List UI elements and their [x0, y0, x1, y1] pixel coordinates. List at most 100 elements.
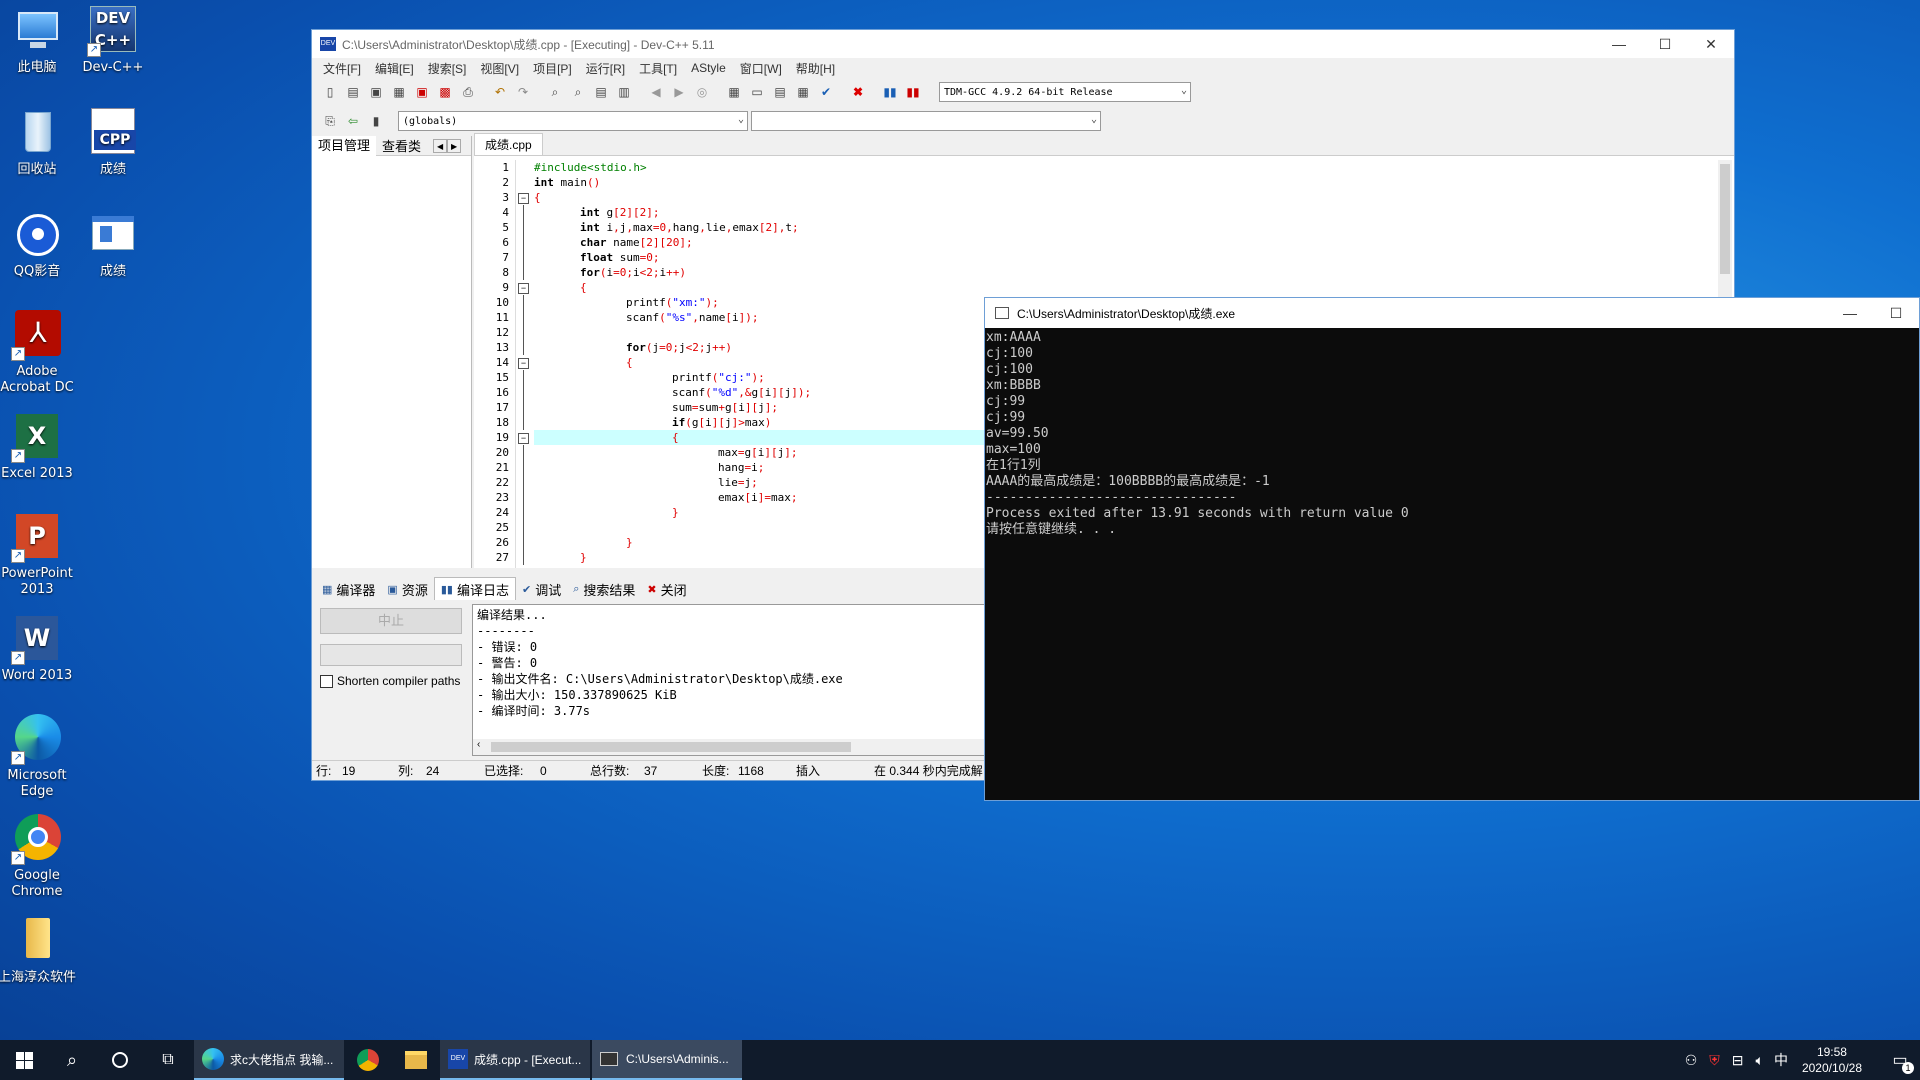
- desktop-icon-folder[interactable]: 上海淳众软件: [0, 916, 78, 986]
- forward-icon[interactable]: ▶: [669, 82, 689, 102]
- security-icon[interactable]: ⛨: [1709, 1052, 1720, 1069]
- scroll-left-icon[interactable]: ‹: [477, 739, 480, 750]
- close-all-icon[interactable]: ▩: [435, 82, 455, 102]
- window-icon[interactable]: ▭: [747, 82, 767, 102]
- goto-icon[interactable]: ⇦: [343, 111, 363, 131]
- file-tab[interactable]: 成绩.cpp: [474, 133, 543, 155]
- menu-item-7[interactable]: AStyle: [684, 61, 733, 75]
- code-line[interactable]: #include<stdio.h>: [534, 160, 1714, 175]
- tab-scroll-right-icon[interactable]: ▶: [447, 138, 462, 153]
- desktop-icon-acrobat[interactable]: ⅄ ↗ Adobe Acrobat DC: [0, 310, 78, 396]
- taskbar-console[interactable]: C:\Users\Adminis...: [592, 1040, 742, 1080]
- stop-execution-icon[interactable]: ✖: [848, 82, 868, 102]
- minimize-button[interactable]: —: [1596, 30, 1642, 58]
- bottom-tab-compile-log[interactable]: ▮▮ 编译日志: [433, 577, 516, 601]
- shorten-paths-checkbox[interactable]: Shorten compiler paths: [320, 674, 460, 688]
- print-icon[interactable]: ⎙: [458, 82, 478, 102]
- bottom-tab-debug[interactable]: ✔ 调试: [516, 578, 567, 601]
- desktop-icon-chrome[interactable]: ↗ Google Chrome: [0, 814, 78, 900]
- fold-icon[interactable]: −: [518, 283, 529, 294]
- desktop-icon-powerpoint[interactable]: P ↗ PowerPoint 2013: [0, 512, 78, 598]
- bottom-tab-search-results[interactable]: ⌕ 搜索结果: [567, 578, 641, 601]
- insert-icon[interactable]: ⎘: [320, 111, 340, 131]
- menu-item-3[interactable]: 视图[V]: [473, 60, 526, 77]
- start-button[interactable]: [0, 1040, 48, 1080]
- undo-icon[interactable]: ↶: [490, 82, 510, 102]
- replace-icon[interactable]: ⌕: [568, 82, 588, 102]
- tab-project[interactable]: 项目管理: [312, 135, 377, 156]
- tab-scroll-left-icon[interactable]: ◀: [433, 138, 448, 153]
- desktop-icon-word[interactable]: W ↗ Word 2013: [0, 614, 78, 684]
- abort-button[interactable]: 中止: [320, 608, 462, 634]
- desktop-icon-exe-file[interactable]: 成绩: [72, 210, 154, 280]
- save-all-icon[interactable]: ▦: [389, 82, 409, 102]
- bottom-tab-compiler[interactable]: ▦ 编译器: [316, 578, 381, 601]
- desktop-icon-edge[interactable]: ↗ Microsoft Edge: [0, 714, 78, 800]
- bookmark-icon[interactable]: ◎: [692, 82, 712, 102]
- open-file-icon[interactable]: ▤: [343, 82, 363, 102]
- menu-item-0[interactable]: 文件[F]: [316, 60, 368, 77]
- people-icon[interactable]: ⚇: [1685, 1052, 1698, 1069]
- bottom-tab-close[interactable]: ✖ 关闭: [641, 578, 692, 601]
- find-icon[interactable]: ⌕: [545, 82, 565, 102]
- code-line[interactable]: int main(): [534, 175, 1714, 190]
- bottom-tab-resources[interactable]: ▣ 资源: [381, 578, 433, 601]
- taskbar-edge[interactable]: 求c大佬指点 我输...: [194, 1040, 344, 1080]
- menu-item-6[interactable]: 工具[T]: [632, 60, 684, 77]
- toggle-bookmark-icon[interactable]: ▮: [366, 111, 386, 131]
- menu-item-8[interactable]: 窗口[W]: [733, 60, 789, 77]
- class-icon[interactable]: ▤: [770, 82, 790, 102]
- tab-classes[interactable]: 查看类: [376, 136, 427, 155]
- back-icon[interactable]: ◀: [646, 82, 666, 102]
- menu-item-1[interactable]: 编辑[E]: [368, 60, 421, 77]
- console-minimize-button[interactable]: —: [1827, 299, 1873, 327]
- cortana-button[interactable]: [96, 1040, 144, 1080]
- menu-item-2[interactable]: 搜索[S]: [421, 60, 474, 77]
- close-file-icon[interactable]: ▣: [412, 82, 432, 102]
- taskbar-explorer[interactable]: [392, 1040, 440, 1080]
- save-icon[interactable]: ▣: [366, 82, 386, 102]
- code-line[interactable]: {: [534, 190, 1714, 205]
- console-titlebar[interactable]: C:\Users\Administrator\Desktop\成绩.exe — …: [985, 298, 1919, 328]
- taskbar-chrome[interactable]: [344, 1040, 392, 1080]
- ime-indicator[interactable]: 中: [1774, 1050, 1788, 1070]
- code-line[interactable]: int i,j,max=0,hang,lie,emax[2],t;: [534, 220, 1714, 235]
- task-view-button[interactable]: ⧉: [144, 1040, 192, 1080]
- fold-icon[interactable]: −: [518, 358, 529, 369]
- code-line[interactable]: float sum=0;: [534, 250, 1714, 265]
- delete-profile-icon[interactable]: ▮▮: [903, 82, 923, 102]
- menu-item-4[interactable]: 项目[P]: [526, 60, 579, 77]
- menu-item-9[interactable]: 帮助[H]: [789, 60, 842, 77]
- function-select[interactable]: ⌄: [751, 111, 1101, 131]
- code-line[interactable]: for(i=0;i<2;i++): [534, 265, 1714, 280]
- desktop-icon-this-pc[interactable]: 此电脑: [0, 6, 78, 76]
- redo-icon[interactable]: ↷: [513, 82, 533, 102]
- globals-select[interactable]: (globals) ⌄: [398, 111, 748, 131]
- desktop-icon-cpp-file[interactable]: CPP 成绩: [72, 108, 154, 178]
- code-line[interactable]: char name[2][20];: [534, 235, 1714, 250]
- volume-icon[interactable]: 🔈︎: [1756, 1052, 1764, 1069]
- fold-icon[interactable]: −: [518, 433, 529, 444]
- unindent-icon[interactable]: ▥: [614, 82, 634, 102]
- taskbar-devcpp[interactable]: DEV 成绩.cpp - [Execut...: [440, 1040, 590, 1080]
- close-button[interactable]: ✕: [1688, 30, 1734, 58]
- code-line[interactable]: {: [534, 280, 1714, 295]
- indent-icon[interactable]: ▤: [591, 82, 611, 102]
- compiler-select[interactable]: TDM-GCC 4.9.2 64-bit Release ⌄: [939, 82, 1191, 102]
- fold-icon[interactable]: −: [518, 193, 529, 204]
- new-file-icon[interactable]: ▯: [320, 82, 340, 102]
- code-line[interactable]: int g[2][2];: [534, 205, 1714, 220]
- desktop-icon-excel[interactable]: X ↗ Excel 2013: [0, 412, 78, 482]
- maximize-button[interactable]: ☐: [1642, 30, 1688, 58]
- grid-icon[interactable]: ▦: [793, 82, 813, 102]
- network-icon[interactable]: ⊟: [1732, 1052, 1744, 1069]
- search-button[interactable]: ⌕: [48, 1040, 96, 1080]
- console-maximize-button[interactable]: ☐: [1873, 299, 1919, 327]
- menu-item-5[interactable]: 运行[R]: [579, 60, 632, 77]
- desktop-icon-qqplayer[interactable]: QQ影音: [0, 210, 78, 280]
- clock[interactable]: 19:58 2020/10/28: [1802, 1044, 1862, 1076]
- console-window[interactable]: C:\Users\Administrator\Desktop\成绩.exe — …: [984, 297, 1920, 801]
- profile-icon[interactable]: ▮▮: [880, 82, 900, 102]
- check-syntax-icon[interactable]: ✔: [816, 82, 836, 102]
- project-icon[interactable]: ▦: [724, 82, 744, 102]
